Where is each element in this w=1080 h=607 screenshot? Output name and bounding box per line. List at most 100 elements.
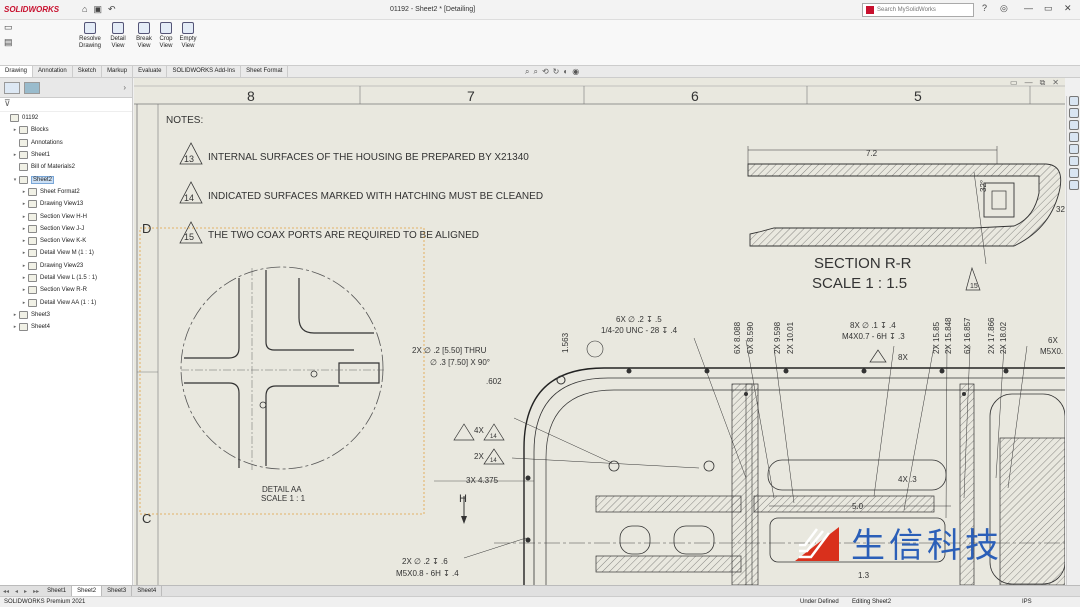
sheet-nav-next-icon[interactable]: ▸: [21, 588, 30, 595]
expand-icon[interactable]: ▸: [20, 275, 28, 281]
annotation-text[interactable]: 2X 10.01: [786, 321, 795, 354]
tree-item[interactable]: 01192: [2, 112, 132, 124]
expand-icon[interactable]: ▸: [20, 300, 28, 306]
tree-item[interactable]: ▸ Section View H-H: [2, 210, 132, 222]
tab-solidworks-add-ins[interactable]: SOLIDWORKS Add-Ins: [167, 66, 242, 77]
zoom-area-icon[interactable]: ⌕: [533, 67, 537, 77]
tree-item[interactable]: Annotations: [2, 137, 132, 149]
canvas-close-icon[interactable]: ✕: [1052, 78, 1059, 88]
annotation-text[interactable]: 6X ∅ .2 ↧ .5: [616, 315, 662, 324]
tree-item[interactable]: ▸ Section View R-R: [2, 284, 132, 296]
annotation-text[interactable]: 2X 15.85: [932, 321, 941, 354]
view-palette-icon[interactable]: [1068, 132, 1079, 142]
annotation-text[interactable]: 6X 16.857: [963, 317, 972, 354]
expand-icon[interactable]: ▸: [20, 214, 28, 220]
hide-show-icon[interactable]: ◉: [572, 67, 579, 77]
home-icon[interactable]: ⌂: [82, 4, 87, 15]
annotation-text[interactable]: ∅ .3 [7.50] X 90°: [430, 358, 490, 367]
note-13[interactable]: 13 INTERNAL SURFACES OF THE HOUSING BE P…: [179, 142, 529, 165]
user-icon[interactable]: ◎: [1000, 3, 1008, 14]
tree-item[interactable]: ▸ Drawing View23: [2, 260, 132, 272]
resources-icon[interactable]: [1068, 96, 1079, 106]
annotation-text[interactable]: 6X 8.088: [733, 321, 742, 354]
expand-icon[interactable]: ▸: [11, 312, 19, 318]
expand-icon[interactable]: ▸: [20, 238, 28, 244]
expand-icon[interactable]: ▸: [11, 127, 19, 133]
tab-evaluate[interactable]: Evaluate: [133, 66, 168, 77]
expand-icon[interactable]: ▸: [20, 287, 28, 293]
expand-icon[interactable]: ▸: [20, 250, 28, 256]
tab-sketch[interactable]: Sketch: [73, 66, 103, 77]
tree-item[interactable]: ▸ Sheet3: [2, 309, 132, 321]
tree-item[interactable]: Bill of Materials2: [2, 161, 132, 173]
empty-view-button[interactable]: Empty View: [176, 22, 200, 50]
tree-item[interactable]: ▸ Section View K-K: [2, 235, 132, 247]
tab-drawing[interactable]: Drawing: [0, 66, 34, 77]
annotation-text[interactable]: M5X0.: [1040, 347, 1063, 356]
tab-markup[interactable]: Markup: [102, 66, 134, 77]
annotation-text[interactable]: M5X0.8 - 6H ↧ .4: [396, 569, 459, 578]
resolve-drawing-button[interactable]: Resolve Drawing: [78, 22, 102, 50]
design-library-icon[interactable]: [1068, 108, 1079, 118]
undo-icon[interactable]: ↶: [108, 4, 116, 15]
annotation-text[interactable]: 3X 4.375: [466, 476, 499, 485]
rotate-icon[interactable]: ↻: [553, 67, 560, 77]
drawing-canvas[interactable]: 8 7 6 5 D C NOTES: 13 INTERNAL SURFACES …: [134, 78, 1065, 585]
chevron-right-icon[interactable]: ›: [123, 83, 126, 92]
previous-view-icon[interactable]: ⟲: [542, 67, 549, 77]
detail-view-button[interactable]: Detail View: [106, 22, 130, 50]
annotation-text[interactable]: 4X .3: [898, 475, 917, 484]
tab-sheet-format[interactable]: Sheet Format: [241, 66, 289, 77]
status-units[interactable]: IPS: [1022, 597, 1032, 607]
expand-icon[interactable]: ▸: [11, 324, 19, 330]
annotation-text[interactable]: .602: [486, 377, 502, 386]
new-icon[interactable]: ▭: [4, 22, 13, 33]
sheet-tab-sheet1[interactable]: Sheet1: [42, 585, 73, 597]
sheet-tab-sheet4[interactable]: Sheet4: [132, 585, 163, 597]
expand-icon[interactable]: ▸: [20, 189, 28, 195]
open-icon[interactable]: ▤: [4, 37, 13, 48]
appearances-icon[interactable]: [1068, 144, 1079, 154]
expand-icon[interactable]: ▸: [20, 226, 28, 232]
crop-view-button[interactable]: Crop View: [154, 22, 178, 50]
display-style-icon[interactable]: ◐: [563, 67, 568, 77]
section-marker-h[interactable]: H: [459, 493, 467, 505]
tree-item[interactable]: ▸ Detail View AA (1 : 1): [2, 296, 132, 308]
tab-annotation[interactable]: Annotation: [33, 66, 73, 77]
expand-icon[interactable]: ▸: [20, 263, 28, 269]
help-icon[interactable]: ?: [982, 3, 987, 13]
annotation-text[interactable]: 2X 18.02: [999, 321, 1008, 354]
restore-button[interactable]: ▭: [1044, 3, 1053, 14]
detail-aa-view[interactable]: [180, 266, 384, 470]
filter-icon[interactable]: ⊽: [0, 98, 132, 112]
tree-item[interactable]: ▾ Sheet2: [2, 173, 132, 185]
annotation-text[interactable]: 5.0: [852, 502, 864, 511]
note-15[interactable]: 15 THE TWO COAX PORTS ARE REQUIRED TO BE…: [179, 221, 479, 244]
tree-item[interactable]: ▸ Drawing View13: [2, 198, 132, 210]
note-14[interactable]: 14 INDICATED SURFACES MARKED WITH HATCHI…: [179, 181, 543, 204]
annotation-text[interactable]: 2X ∅ .2 ↧ .6: [402, 557, 448, 566]
zoom-fit-icon[interactable]: ⌕: [525, 67, 529, 77]
save-icon[interactable]: ▣: [93, 4, 102, 15]
expand-icon[interactable]: ▸: [11, 152, 19, 158]
annotation-text[interactable]: 2X ∅ .2 [5.50] THRU: [412, 346, 487, 355]
detail-aa-frame[interactable]: [139, 227, 425, 515]
canvas-restore-icon[interactable]: ▭: [1010, 78, 1018, 88]
annotation-text[interactable]: 1.3: [858, 571, 870, 580]
annotation-text[interactable]: 6X: [1048, 336, 1058, 345]
sheet-tab-sheet2[interactable]: Sheet2: [72, 585, 103, 597]
expand-icon[interactable]: ▾: [11, 177, 19, 183]
annotation-text[interactable]: 2X: [474, 452, 484, 461]
tree-item[interactable]: ▸ Sheet1: [2, 149, 132, 161]
forum-icon[interactable]: [1068, 168, 1079, 178]
search-input[interactable]: Search MySolidWorks: [862, 3, 974, 17]
annotation-text[interactable]: 4X: [474, 426, 484, 435]
break-view-button[interactable]: Break View: [132, 22, 156, 50]
annotation-text[interactable]: 2X 15.848: [944, 317, 953, 354]
canvas-maximize-icon[interactable]: ⧉: [1040, 78, 1046, 88]
annotation-text[interactable]: 1/4-20 UNC - 28 ↧ .4: [601, 326, 678, 335]
sheet-nav-prev-icon[interactable]: ◂: [12, 588, 21, 595]
sheet-nav-last-icon[interactable]: ▸▸: [30, 588, 42, 595]
tree-item[interactable]: ▸ Sheet4: [2, 321, 132, 333]
feature-tree-tab[interactable]: [4, 81, 20, 94]
